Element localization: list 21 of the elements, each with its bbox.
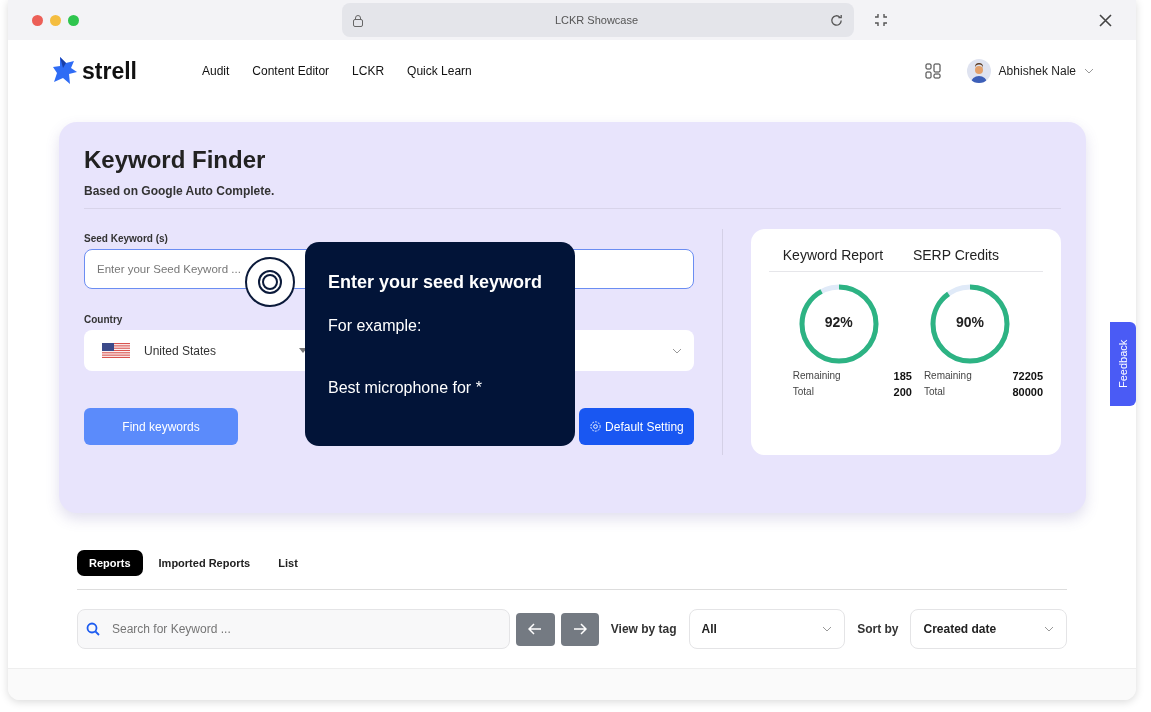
sort-label: Sort by bbox=[857, 622, 899, 636]
tooltip-text: For example: bbox=[328, 317, 423, 335]
stat-label: Remaining bbox=[923, 370, 972, 382]
tooltip-title: Enter your seed keyword bbox=[328, 272, 544, 293]
stat-value: 72205 bbox=[1012, 370, 1043, 382]
stat-value: 200 bbox=[893, 386, 912, 398]
card-title: Keyword Finder bbox=[84, 146, 267, 174]
field-label: Seed Keyword (s) bbox=[84, 233, 169, 244]
stat-label: Total bbox=[923, 386, 945, 398]
stat-value: 80000 bbox=[1012, 386, 1043, 398]
percent-reading: 90% bbox=[954, 314, 985, 330]
tag-label: View by tag bbox=[610, 622, 677, 636]
stat-label: Total bbox=[792, 386, 814, 398]
percent-reading: 92% bbox=[823, 314, 854, 330]
card-subtitle: Based on Google Auto Complete. bbox=[84, 184, 276, 198]
stat-label: Remaining bbox=[792, 370, 841, 382]
stat-value: 185 bbox=[893, 370, 912, 382]
credits-heading: Keyword Report bbox=[782, 247, 885, 263]
page-title: LCKR Showcase bbox=[554, 14, 639, 26]
tooltip-text: Best microphone for * bbox=[328, 379, 483, 397]
credits-heading: SERP Credits bbox=[912, 247, 1000, 263]
